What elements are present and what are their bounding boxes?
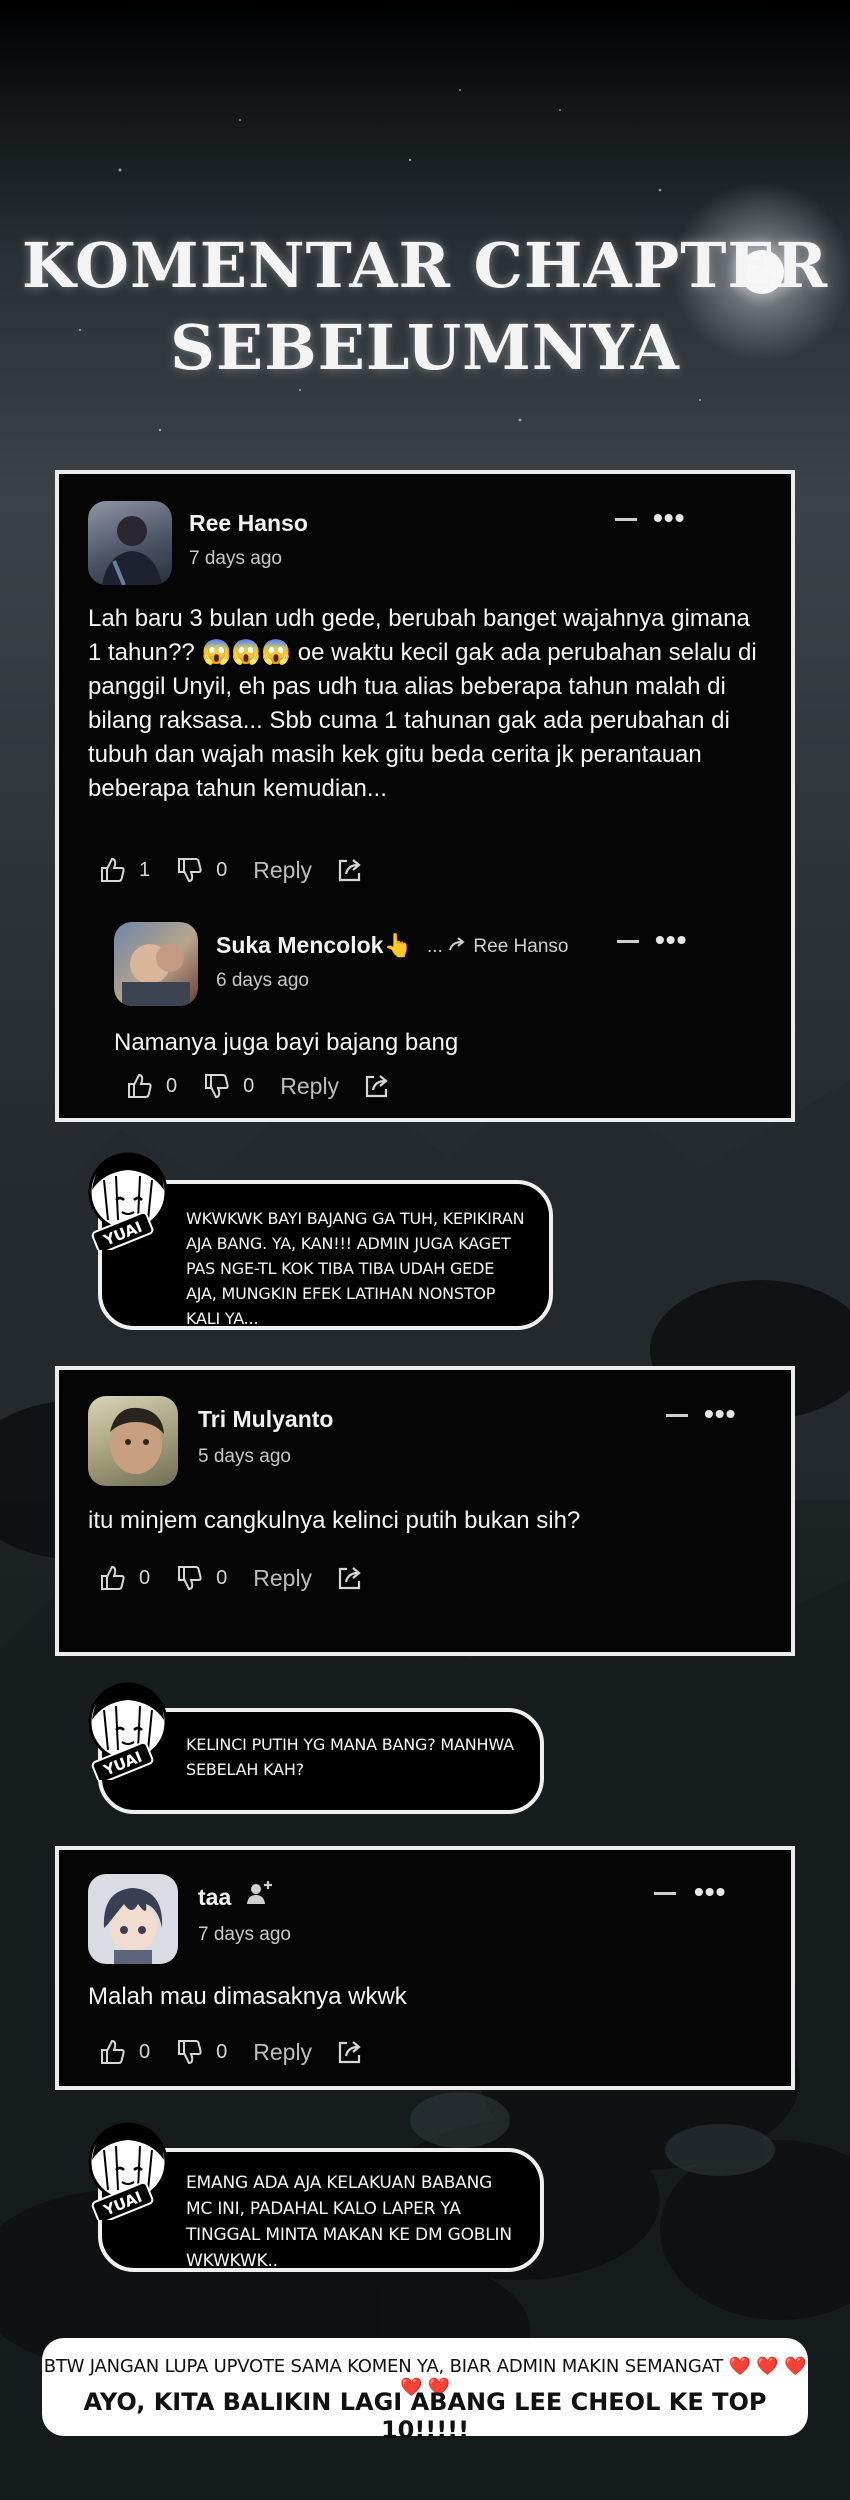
thumbs-up-icon[interactable]: [99, 1564, 127, 1592]
page-title-line-2: SEBELUMNYA: [170, 311, 680, 384]
footer-line-1-text: BTW JANGAN LUPA UPVOTE SAMA KOMEN YA, BI…: [43, 2356, 724, 2377]
comment-username[interactable]: taa: [198, 1884, 231, 1911]
comment-card: Tri Mulyanto 5 days ago ••• itu minjem c…: [55, 1366, 795, 1656]
reply-to-tag[interactable]: ... Ree Hanso: [427, 936, 568, 958]
reply-button[interactable]: Reply: [253, 2039, 312, 2066]
add-user-icon[interactable]: [246, 1878, 276, 1906]
avatar-face-icon: [110, 1407, 164, 1474]
reply-avatar[interactable]: [114, 922, 198, 1006]
collapse-minus-icon[interactable]: [654, 1892, 676, 1895]
comment-actions: 0 0 Reply: [99, 2034, 376, 2070]
admin-reply-text: KELINCI PUTIH YG MANA BANG? MANHWA SEBEL…: [186, 1735, 514, 1779]
collapse-minus-icon[interactable]: [666, 1414, 688, 1417]
comment-actions: 1 0 Reply: [99, 852, 376, 888]
avatar[interactable]: [88, 501, 172, 585]
collapse-minus-icon[interactable]: [617, 940, 639, 943]
share-icon[interactable]: [336, 856, 364, 884]
footer-line-2: AYO, KITA BALIKIN LAGI ABANG LEE CHEOL K…: [83, 2388, 767, 2444]
reply-to-prefix: ...: [427, 936, 443, 957]
page-title-line-1: KOMENTAR CHAPTER: [21, 229, 829, 302]
dislike-count: 0: [243, 1074, 255, 1097]
admin-reply-text: WKWKWK BAYI BAJANG GA TUH, KEPIKIRAN AJA…: [186, 1209, 525, 1328]
thumbs-up-icon[interactable]: [126, 1072, 154, 1100]
thumbs-down-icon[interactable]: [176, 2038, 204, 2066]
thumbs-down-icon[interactable]: [203, 1072, 231, 1100]
reply-actions: 0 0 Reply: [126, 1068, 403, 1104]
avatar-photo-icon: [122, 944, 190, 1006]
thumbs-down-icon[interactable]: [176, 856, 204, 884]
more-dots-icon[interactable]: •••: [655, 926, 687, 954]
comment-timestamp[interactable]: 7 days ago: [198, 1924, 291, 1946]
footer-note: BTW JANGAN LUPA UPVOTE SAMA KOMEN YA, BI…: [42, 2338, 808, 2444]
comment-actions: 0 0 Reply: [99, 1560, 376, 1596]
avatar-anime-icon: [103, 1888, 163, 1964]
thumbs-up-icon[interactable]: [99, 856, 127, 884]
comment-username[interactable]: Tri Mulyanto: [198, 1406, 333, 1433]
like-count: 0: [166, 1074, 178, 1097]
comment-timestamp[interactable]: 5 days ago: [198, 1446, 291, 1468]
pointing-up-emoji: 👆: [383, 932, 413, 958]
mascot-avatar-icon: YUAI: [88, 1682, 168, 1780]
dislike-count: 0: [216, 1566, 228, 1589]
reply-button[interactable]: Reply: [280, 1073, 339, 1100]
reply-arrow-icon: [449, 937, 465, 951]
comment-text: Malah mau dimasaknya wkwk: [88, 1983, 407, 2010]
admin-reply-text: EMANG ADA AJA KELAKUAN BABANG MC INI, PA…: [186, 2173, 512, 2271]
dislike-count: 0: [216, 858, 228, 881]
comment-username[interactable]: Ree Hanso: [189, 510, 308, 537]
more-dots-icon[interactable]: •••: [694, 1878, 726, 1906]
share-icon[interactable]: [336, 2038, 364, 2066]
collapse-minus-icon[interactable]: [615, 518, 637, 521]
reply-text: Namanya juga bayi bajang bang: [114, 1029, 459, 1056]
like-count: 0: [139, 2040, 151, 2063]
thumbs-up-icon[interactable]: [99, 2038, 127, 2066]
comment-text: itu minjem cangkulnya kelinci putih buka…: [88, 1507, 581, 1534]
share-icon[interactable]: [363, 1072, 391, 1100]
like-count: 0: [139, 1566, 151, 1589]
more-dots-icon[interactable]: •••: [704, 1400, 736, 1428]
reply-username-text: Suka Mencolok: [216, 932, 384, 958]
reply-to-name: Ree Hanso: [473, 936, 569, 957]
reply-button[interactable]: Reply: [253, 857, 312, 884]
like-count: 1: [139, 858, 151, 881]
avatar[interactable]: [88, 1396, 178, 1486]
avatar-figure-icon: [102, 516, 162, 585]
share-icon[interactable]: [336, 1564, 364, 1592]
comment-card: Ree Hanso 7 days ago ••• Lah baru 3 bula…: [55, 470, 795, 1122]
reply-timestamp[interactable]: 6 days ago: [216, 970, 309, 992]
reply-button[interactable]: Reply: [253, 1565, 312, 1592]
dislike-count: 0: [216, 2040, 228, 2063]
more-dots-icon[interactable]: •••: [653, 504, 685, 532]
comment-timestamp[interactable]: 7 days ago: [189, 548, 282, 570]
mascot-avatar-icon: YUAI: [88, 1152, 168, 1250]
thumbs-down-icon[interactable]: [176, 1564, 204, 1592]
comment-card: taa 7 days ago ••• Malah mau dimasaknya …: [55, 1846, 795, 2090]
page-title: KOMENTAR CHAPTER SEBELUMNYA: [0, 225, 850, 389]
comment-text: Lah baru 3 bulan udh gede, berubah bange…: [88, 605, 757, 802]
reply-username[interactable]: Suka Mencolok👆: [216, 932, 412, 959]
mascot-avatar-icon: YUAI: [88, 2122, 168, 2220]
avatar[interactable]: [88, 1874, 178, 1964]
